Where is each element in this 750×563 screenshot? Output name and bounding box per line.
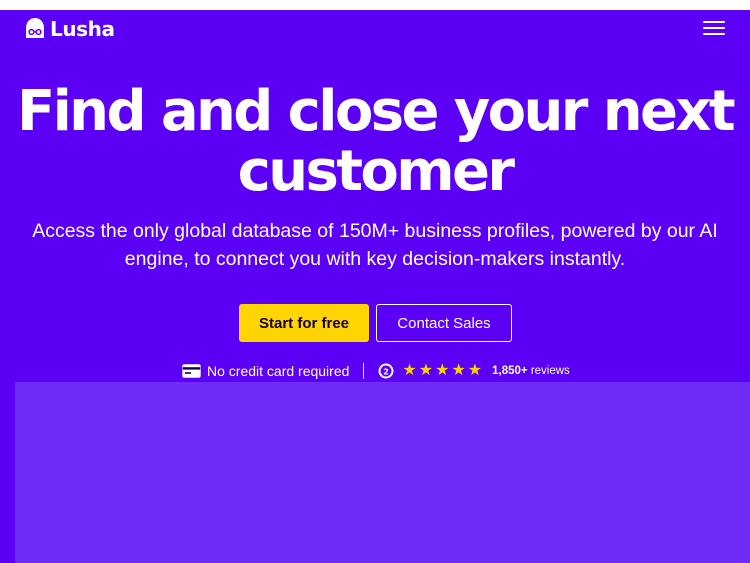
menu-line [703, 27, 725, 29]
top-nav: Lusha [0, 10, 750, 48]
star-icon: ★ [402, 362, 417, 379]
menu-line [703, 21, 725, 23]
brand-logo[interactable]: Lusha [24, 16, 115, 42]
star-icon: ★ [418, 362, 434, 379]
hamburger-menu-icon[interactable] [703, 18, 725, 38]
star-icon: ★ [451, 362, 466, 379]
menu-line [703, 33, 725, 35]
contact-sales-button[interactable]: Contact Sales [376, 304, 512, 342]
headline-line-2: customer [237, 139, 515, 204]
brand-name: Lusha [50, 17, 115, 41]
product-preview-panel [15, 382, 750, 563]
reviews-label: reviews [530, 365, 570, 377]
trust-bar: No credit card required 2 ★ ★ ★ ★ ★ 1,85… [182, 361, 570, 381]
rating-stars: ★ ★ ★ ★ ★ [402, 363, 482, 379]
headline-line-1: Find and close your next [16, 79, 736, 144]
lusha-logo-icon [26, 18, 44, 38]
reviews-text[interactable]: 1,850+ reviews [492, 365, 570, 377]
hero-section: Lusha Find and close your next customer … [0, 10, 750, 563]
g2-logo-icon: 2 [378, 363, 394, 379]
page-title: Find and close your next customer [0, 82, 750, 202]
subheadline-line-2: engine, to connect you with key decision… [124, 248, 626, 270]
credit-card-icon [182, 364, 201, 378]
svg-text:2: 2 [384, 368, 390, 377]
start-for-free-button[interactable]: Start for free [239, 304, 369, 342]
star-icon: ★ [435, 362, 450, 379]
subheadline: Access the only global database of 150M+… [25, 217, 725, 273]
star-icon: ★ [467, 362, 483, 379]
reviews-count: 1,850+ [492, 365, 528, 377]
divider [363, 363, 365, 379]
subheadline-line-1: Access the only global database of 150M+… [32, 220, 718, 242]
no-credit-card-text: No credit card required [207, 363, 350, 379]
